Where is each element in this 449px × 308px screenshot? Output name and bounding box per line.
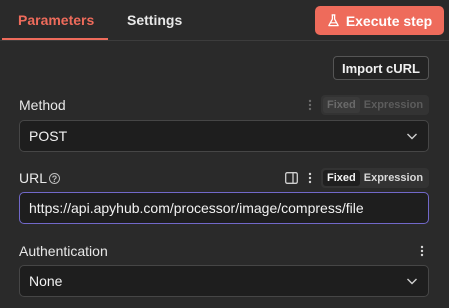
execute-step-label: Execute step [345,12,433,29]
method-mode-toggle[interactable]: Fixed Expression [321,95,429,115]
help-icon[interactable]: ? [49,173,60,184]
authentication-select[interactable]: None [19,265,429,297]
url-mode-expression[interactable]: Expression [360,170,427,186]
method-select[interactable]: POST [19,120,429,152]
authentication-label: Authentication [19,243,108,259]
method-options-icon[interactable] [308,99,312,111]
url-mode-fixed[interactable]: Fixed [323,170,360,186]
side-panel-icon[interactable] [285,172,298,184]
tab-settings[interactable]: Settings [127,12,182,28]
chevron-down-icon [407,278,417,285]
help-icon-glyph: ? [51,173,58,184]
url-input[interactable]: https://api.apyhub.com/processor/image/c… [19,192,429,224]
url-label: URL [19,170,48,186]
authentication-value: None [29,273,63,289]
import-curl-button[interactable]: Import cURL [333,56,429,80]
method-mode-expression[interactable]: Expression [360,97,427,113]
method-value: POST [29,128,68,144]
flask-icon [328,14,339,27]
method-mode-fixed[interactable]: Fixed [323,97,360,113]
method-label: Method [19,97,66,113]
execute-step-button[interactable]: Execute step [315,6,444,35]
tab-parameters[interactable]: Parameters [18,12,94,28]
url-mode-toggle[interactable]: Fixed Expression [321,168,429,188]
url-options-icon[interactable] [308,172,312,184]
url-value: https://api.apyhub.com/processor/image/c… [29,200,364,216]
active-tab-indicator [2,38,108,40]
authentication-options-icon[interactable] [420,245,424,257]
import-curl-label: Import cURL [342,60,420,76]
chevron-down-icon [407,133,417,140]
